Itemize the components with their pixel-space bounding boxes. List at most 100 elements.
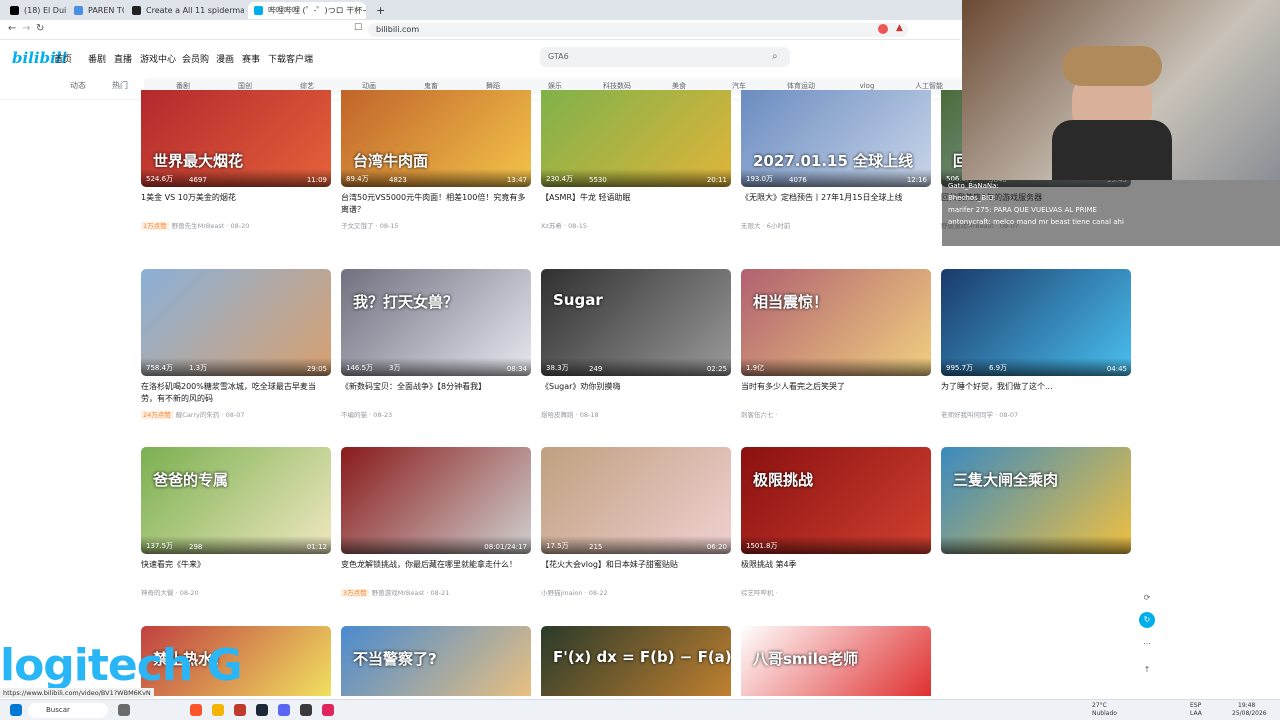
video-card[interactable]: 台湾牛肉面 89.4万 4823 13:47 台湾50元VS5000元牛肉面！相差100… bbox=[341, 90, 531, 230]
discord-icon[interactable] bbox=[278, 704, 290, 716]
url-field[interactable]: bilibili.com bbox=[368, 23, 908, 37]
video-author[interactable]: 神奇的大臀 bbox=[141, 589, 174, 597]
rewards-icon[interactable]: ▲ bbox=[896, 23, 903, 33]
nav-live[interactable]: 直播 bbox=[114, 52, 132, 65]
search-input[interactable]: GTA6 bbox=[540, 47, 790, 67]
app-icon[interactable] bbox=[234, 704, 246, 716]
nav-download[interactable]: 下载客户端 bbox=[268, 52, 313, 65]
video-author[interactable]: 靓Carry的朱药 bbox=[176, 411, 220, 419]
browser-tab-active[interactable]: 哔哩哔哩 (゜-゜)つロ 干杯~-bilibili bbox=[248, 2, 366, 19]
video-title[interactable]: 《无限大》定档预告丨27年1月15日全球上线 bbox=[741, 192, 931, 216]
search-icon[interactable]: ⌕ bbox=[772, 51, 778, 62]
taskbar-search[interactable]: Buscar bbox=[28, 703, 108, 718]
video-thumbnail[interactable]: 17.5万 215 06:20 bbox=[541, 447, 731, 554]
folder-icon[interactable] bbox=[212, 704, 224, 716]
video-card[interactable]: 758.4万 1.3万 29:05 在洛杉矶喝200%糖浆雪冰城，吃全球最古早麦当劳，… bbox=[141, 269, 331, 419]
video-card[interactable]: 17.5万 215 06:20 【花火大会vlog】和日本妹子甜蜜贴贴小野猫jmaio… bbox=[541, 447, 731, 597]
nav-manga[interactable]: 漫画 bbox=[216, 52, 234, 65]
video-card[interactable]: F'(x) dx = F(b) − F(a) bbox=[541, 626, 731, 696]
video-author[interactable]: 野兽先生MrBeast bbox=[172, 222, 225, 230]
channel-hot[interactable]: 热门 bbox=[112, 80, 128, 91]
video-thumbnail[interactable]: 08:01/24:17 bbox=[341, 447, 531, 554]
back-to-top-icon[interactable]: ↑ bbox=[1139, 662, 1155, 678]
windows-start-icon[interactable] bbox=[10, 704, 22, 716]
video-thumbnail[interactable]: 不当警察了? bbox=[341, 626, 531, 696]
video-thumbnail[interactable]: 八哥smile老师 bbox=[741, 626, 931, 696]
reload-icon[interactable]: ↻ bbox=[36, 23, 44, 34]
video-author[interactable]: 小野猫jmaion bbox=[541, 589, 583, 597]
video-thumbnail[interactable]: 三隻大闸全乘肉 bbox=[941, 447, 1131, 554]
video-title[interactable]: 1美金 VS 10万美金的烟花 bbox=[141, 192, 331, 216]
video-title[interactable]: 当时有多少人看完之后笑哭了 bbox=[741, 381, 931, 405]
video-card[interactable]: 爸爸的专属 137.5万 298 01:12 快速看完《牛来》 神奇的大臀 · 08-20 bbox=[141, 447, 331, 597]
video-title[interactable]: 【ASMR】牛龙 轻语助眠 bbox=[541, 192, 731, 216]
bookmark-icon[interactable]: ☐ bbox=[354, 23, 362, 33]
input-language[interactable]: ESP bbox=[1190, 702, 1201, 709]
video-thumbnail[interactable]: 台湾牛肉面 89.4万 4823 13:47 bbox=[341, 90, 531, 187]
video-author[interactable]: 老师好我叫何同学 bbox=[941, 411, 993, 419]
nav-shop[interactable]: 会员购 bbox=[182, 52, 209, 65]
video-title[interactable]: 为了睡个好觉，我们做了这个... bbox=[941, 381, 1131, 405]
video-thumbnail[interactable]: 极限挑战 1501.8万 bbox=[741, 447, 931, 554]
video-card[interactable]: 我？打天女兽？ 146.5万 3万 08:34 《新数码宝贝：全面战争》【8分钟看我】不… bbox=[341, 269, 531, 419]
nav-games[interactable]: 游戏中心 bbox=[140, 52, 176, 65]
video-thumbnail[interactable]: F'(x) dx = F(b) − F(a) bbox=[541, 626, 731, 696]
video-card[interactable]: 八哥smile老师 bbox=[741, 626, 931, 696]
weather-temp[interactable]: 27°C bbox=[1092, 702, 1107, 709]
video-card[interactable]: 极限挑战 1501.8万 极限挑战 第4季 综艺哔哔机 · bbox=[741, 447, 931, 597]
video-thumbnail[interactable]: 758.4万 1.3万 29:05 bbox=[141, 269, 331, 376]
video-card[interactable]: 995.7万 6.9万 04:45 为了睡个好觉，我们做了这个... 老师好我叫何同学 … bbox=[941, 269, 1131, 419]
nav-anime[interactable]: 番剧 bbox=[88, 52, 106, 65]
video-author[interactable]: 综艺哔哔机 bbox=[741, 589, 774, 597]
video-card[interactable]: Sugar 38.3万 249 02:25 《Sugar》劝你别摸嗨 煜哈皮舞蹈 · 08… bbox=[541, 269, 731, 419]
video-title[interactable]: 快速看完《牛来》 bbox=[141, 559, 331, 583]
new-tab-button[interactable]: + bbox=[370, 2, 386, 19]
video-author[interactable]: 不编的猫 bbox=[341, 411, 367, 419]
video-thumbnail[interactable]: 相当震惊！ 1.9亿 bbox=[741, 269, 931, 376]
app-icon[interactable] bbox=[322, 704, 334, 716]
refresh-feed-icon[interactable]: ⟳ bbox=[1139, 590, 1155, 606]
video-author[interactable]: Xz苏希 bbox=[541, 222, 562, 230]
channel-dynamic[interactable]: 动态 bbox=[70, 80, 86, 91]
brave-shield-icon[interactable] bbox=[878, 24, 888, 34]
nav-home[interactable]: 首页 bbox=[54, 52, 72, 65]
video-title[interactable]: 《Sugar》劝你别摸嗨 bbox=[541, 381, 731, 405]
video-thumbnail[interactable]: 995.7万 6.9万 04:45 bbox=[941, 269, 1131, 376]
clock-time[interactable]: 19:48 bbox=[1238, 702, 1255, 709]
brave-icon[interactable] bbox=[190, 704, 202, 716]
video-thumbnail[interactable]: 230.4万 5530 20:11 bbox=[541, 90, 731, 187]
video-author[interactable]: 刺客伍六七 bbox=[741, 411, 774, 419]
video-author[interactable]: 无限大 bbox=[741, 222, 761, 230]
video-title[interactable]: 变色龙解锁挑战，你最后藏在哪里就能拿走什么！ bbox=[341, 559, 531, 583]
video-title[interactable]: 【花火大会vlog】和日本妹子甜蜜贴贴 bbox=[541, 559, 731, 583]
steam-icon[interactable] bbox=[256, 704, 268, 716]
nav-esports[interactable]: 赛事 bbox=[242, 52, 260, 65]
video-title[interactable]: 台湾50元VS5000元牛肉面！相差100倍！究竟有多离谱？ bbox=[341, 192, 531, 216]
video-title[interactable]: 极限挑战 第4季 bbox=[741, 559, 931, 583]
video-card[interactable]: 世界最大烟花 524.6万 4697 11:09 1美金 VS 10万美金的烟花 1万点赞… bbox=[141, 90, 331, 230]
video-thumbnail[interactable]: 我？打天女兽？ 146.5万 3万 08:34 bbox=[341, 269, 531, 376]
obs-icon[interactable] bbox=[300, 704, 312, 716]
back-icon[interactable]: ← bbox=[8, 23, 16, 34]
browser-tab[interactable]: (18) El Dui en X: " bbox=[4, 2, 66, 19]
video-card[interactable]: 2027.01.15 全球上线 193.0万 4076 12:16 《无限大》定档预告丨… bbox=[741, 90, 931, 230]
video-author[interactable]: 野兽游戏MrBeast bbox=[372, 589, 425, 597]
browser-tab[interactable]: PAREN TODO bbox=[68, 2, 124, 19]
video-card[interactable]: 08:01/24:17 变色龙解锁挑战，你最后藏在哪里就能拿走什么！ 3万点赞 野兽游… bbox=[341, 447, 531, 597]
change-icon[interactable]: ↻ bbox=[1139, 612, 1155, 628]
video-card[interactable]: 230.4万 5530 20:11 【ASMR】牛龙 轻语助眠 Xz苏希 · 08-15 bbox=[541, 90, 731, 230]
video-card[interactable]: 三隻大闸全乘肉 bbox=[941, 447, 1131, 554]
video-thumbnail[interactable]: 爸爸的专属 137.5万 298 01:12 bbox=[141, 447, 331, 554]
video-author[interactable]: 子文又饿了 bbox=[341, 222, 374, 230]
video-author[interactable]: 煜哈皮舞蹈 bbox=[541, 411, 574, 419]
browser-tab[interactable]: Create a All 11 spiderman movies Ti bbox=[126, 2, 244, 19]
task-view-icon[interactable] bbox=[118, 704, 130, 716]
video-thumbnail[interactable]: 2027.01.15 全球上线 193.0万 4076 12:16 bbox=[741, 90, 931, 187]
more-icon[interactable]: ⋯ bbox=[1139, 636, 1155, 652]
forward-icon[interactable]: → bbox=[22, 23, 30, 34]
video-thumbnail[interactable]: 世界最大烟花 524.6万 4697 11:09 bbox=[141, 90, 331, 187]
video-thumbnail[interactable]: Sugar 38.3万 249 02:25 bbox=[541, 269, 731, 376]
video-title[interactable]: 在洛杉矶喝200%糖浆雪冰城，吃全球最古早麦当劳，有不新的风的码 bbox=[141, 381, 331, 405]
video-title[interactable]: 《新数码宝贝：全面战争》【8分钟看我】 bbox=[341, 381, 531, 405]
video-card[interactable]: 不当警察了? bbox=[341, 626, 531, 696]
